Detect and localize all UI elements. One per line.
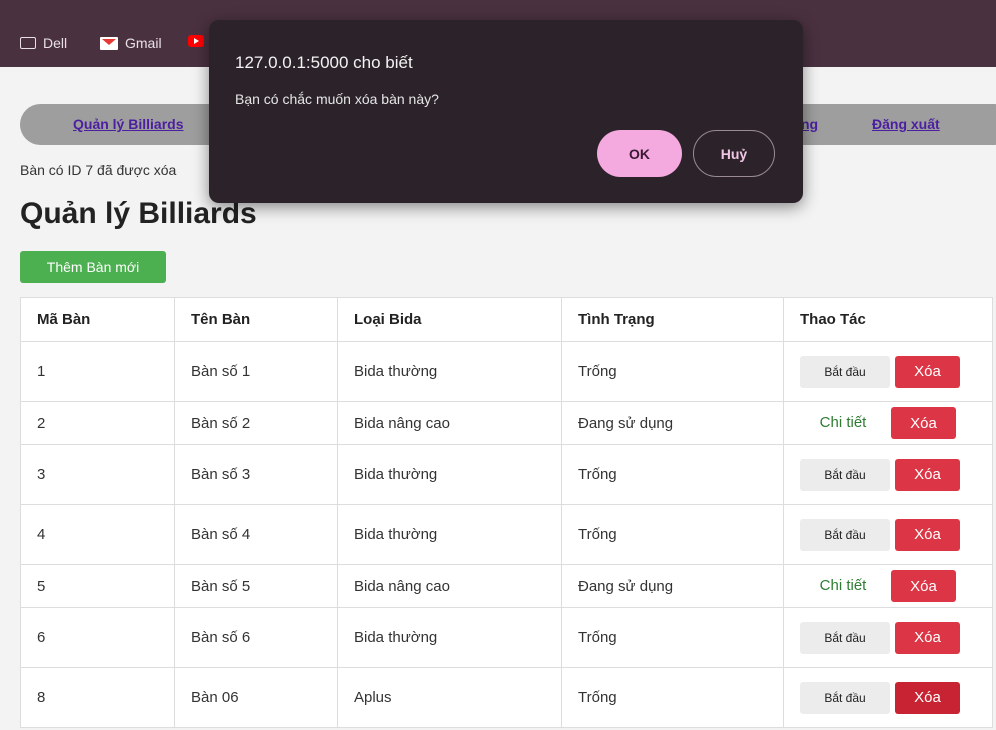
- start-button[interactable]: Bắt đầu: [800, 681, 890, 714]
- cell-name: Bàn số 3: [174, 444, 338, 505]
- column-header: Loại Bida: [337, 297, 562, 342]
- cell-name: Bàn số 2: [174, 401, 338, 445]
- cell-id: 8: [20, 667, 175, 728]
- cell-status: Đang sử dụng: [561, 401, 784, 445]
- cell-type: Aplus: [337, 667, 562, 728]
- cell-name: Bàn số 6: [174, 607, 338, 668]
- column-header: Tên Bàn: [174, 297, 338, 342]
- bookmark-dell[interactable]: Dell: [20, 35, 67, 51]
- cell-type: Bida thường: [337, 607, 562, 668]
- cell-actions: Bắt đầu Xóa: [783, 667, 993, 728]
- cell-actions: Bắt đầu Xóa: [783, 444, 993, 505]
- detail-link[interactable]: Chi tiết: [800, 570, 886, 602]
- detail-link[interactable]: Chi tiết: [800, 407, 886, 439]
- cell-name: Bàn số 4: [174, 504, 338, 565]
- ok-button[interactable]: OK: [597, 130, 682, 177]
- cell-type: Bida thường: [337, 341, 562, 402]
- youtube-icon: [188, 35, 204, 47]
- start-button[interactable]: Bắt đầu: [800, 518, 890, 551]
- column-header: Thao Tác: [783, 297, 993, 342]
- delete-button[interactable]: Xóa: [891, 570, 956, 602]
- cell-status: Trống: [561, 667, 784, 728]
- cell-status: Trống: [561, 504, 784, 565]
- cell-actions: Bắt đầu Xóa: [783, 341, 993, 402]
- table-row: 1 Bàn số 1 Bida thường Trống Bắt đầu Xóa: [20, 341, 993, 402]
- cell-type: Bida thường: [337, 444, 562, 505]
- cell-name: Bàn số 5: [174, 564, 338, 608]
- table-row: 5 Bàn số 5 Bida nâng cao Đang sử dụng Ch…: [20, 564, 993, 608]
- table-row: 8 Bàn 06 Aplus Trống Bắt đầu Xóa: [20, 667, 993, 728]
- gmail-icon: [100, 36, 118, 50]
- cancel-button[interactable]: Huỷ: [693, 130, 775, 177]
- start-button[interactable]: Bắt đầu: [800, 458, 890, 491]
- dialog-message: Bạn có chắc muốn xóa bàn này?: [235, 91, 439, 107]
- cell-status: Trống: [561, 607, 784, 668]
- nav-link-billiards[interactable]: Quản lý Billiards: [73, 116, 183, 132]
- cell-actions: Bắt đầu Xóa: [783, 504, 993, 565]
- cell-id: 5: [20, 564, 175, 608]
- delete-button[interactable]: Xóa: [895, 458, 960, 491]
- cell-type: Bida nâng cao: [337, 401, 562, 445]
- cell-name: Bàn 06: [174, 667, 338, 728]
- cell-id: 3: [20, 444, 175, 505]
- column-header: Mã Bàn: [20, 297, 175, 342]
- table-row: 2 Bàn số 2 Bida nâng cao Đang sử dụng Ch…: [20, 401, 993, 445]
- cell-id: 1: [20, 341, 175, 402]
- bookmark-youtube[interactable]: [188, 35, 204, 47]
- cell-actions: Chi tiết Xóa: [783, 401, 993, 445]
- add-table-button[interactable]: Thêm Bàn mới: [20, 251, 166, 283]
- table-row: 3 Bàn số 3 Bida thường Trống Bắt đầu Xóa: [20, 444, 993, 505]
- start-button[interactable]: Bắt đầu: [800, 621, 890, 654]
- cell-name: Bàn số 1: [174, 341, 338, 402]
- cell-status: Trống: [561, 444, 784, 505]
- dialog-title: 127.0.0.1:5000 cho biết: [235, 53, 413, 72]
- confirm-dialog: 127.0.0.1:5000 cho biết Bạn có chắc muốn…: [209, 20, 803, 203]
- nav-link-logout[interactable]: Đăng xuất: [872, 116, 940, 132]
- cell-id: 6: [20, 607, 175, 668]
- bookmark-gmail[interactable]: Gmail: [100, 35, 162, 51]
- cell-id: 2: [20, 401, 175, 445]
- cell-type: Bida thường: [337, 504, 562, 565]
- delete-button[interactable]: Xóa: [895, 355, 960, 388]
- delete-button[interactable]: Xóa: [891, 407, 956, 439]
- delete-button[interactable]: Xóa: [895, 681, 960, 714]
- billiards-table: Mã Bàn Tên Bàn Loại Bida Tình Trạng Thao…: [20, 297, 993, 728]
- table-row: 4 Bàn số 4 Bida thường Trống Bắt đầu Xóa: [20, 504, 993, 565]
- delete-button[interactable]: Xóa: [895, 518, 960, 551]
- cell-status: Trống: [561, 341, 784, 402]
- flash-message: Bàn có ID 7 đã được xóa: [20, 162, 177, 178]
- cell-type: Bida nâng cao: [337, 564, 562, 608]
- column-header: Tình Trạng: [561, 297, 784, 342]
- cell-actions: Bắt đầu Xóa: [783, 607, 993, 668]
- nav-link-partial[interactable]: ng: [801, 116, 818, 132]
- cell-id: 4: [20, 504, 175, 565]
- bookmark-label: Gmail: [125, 35, 162, 51]
- cell-actions: Chi tiết Xóa: [783, 564, 993, 608]
- table-row: 6 Bàn số 6 Bida thường Trống Bắt đầu Xóa: [20, 607, 993, 668]
- bookmark-label: Dell: [43, 35, 68, 51]
- cell-status: Đang sử dụng: [561, 564, 784, 608]
- folder-icon: [20, 37, 36, 49]
- table-header-row: Mã Bàn Tên Bàn Loại Bida Tình Trạng Thao…: [20, 297, 993, 342]
- start-button[interactable]: Bắt đầu: [800, 355, 890, 388]
- delete-button[interactable]: Xóa: [895, 621, 960, 654]
